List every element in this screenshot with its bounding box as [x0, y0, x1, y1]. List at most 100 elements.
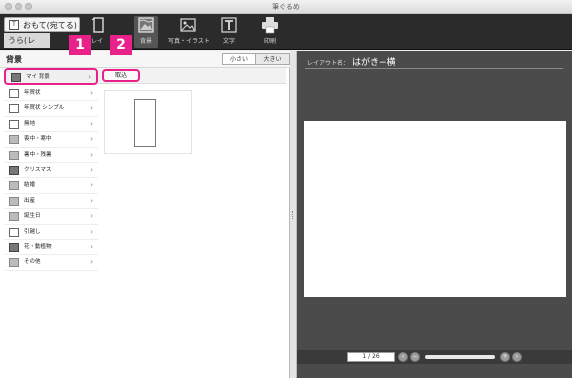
category-item-newyear-simple[interactable]: 年賀状 シンプル ›: [4, 101, 98, 117]
prev-page-button[interactable]: ‹: [398, 352, 408, 362]
chevron-right-icon: ›: [90, 196, 93, 205]
category-item-moving[interactable]: 引越し ›: [4, 225, 98, 240]
front-side-label: おもて(宛てる): [23, 21, 77, 30]
newyear-simple-icon: [9, 104, 19, 114]
flower-icon: [9, 242, 19, 252]
front-side-tab[interactable]: T おもて(宛てる): [4, 17, 80, 32]
newyear-card-icon: [9, 89, 19, 98]
tool-background-label: 背景: [139, 38, 152, 45]
printer-icon: [262, 17, 278, 34]
back-side-tab[interactable]: うら(レ: [4, 33, 50, 48]
import-button[interactable]: 取込: [102, 69, 140, 82]
zoom-slider[interactable]: [425, 355, 495, 359]
chevron-right-icon: ›: [90, 165, 93, 174]
panel-header: 背景 小さい 大きい: [0, 51, 290, 68]
step-2-callout: 2: [110, 35, 132, 55]
app-window: 筆ぐるめ T おもて(宛てる) うら(レ レイ 背景 写真・イラスト 文字 印刷…: [0, 0, 572, 378]
category-label: 出産: [24, 197, 36, 204]
category-item-other[interactable]: その他 ›: [4, 255, 98, 271]
category-label: クリスマス: [24, 166, 52, 173]
background-thumbnails: 取込: [98, 68, 290, 378]
layout-name: レイアウト名： はがき−横: [307, 55, 396, 68]
layout-icon: [91, 17, 104, 33]
chevron-right-icon: ›: [90, 227, 93, 236]
moving-icon: [9, 227, 19, 237]
layout-name-value: はがき−横: [352, 58, 396, 68]
category-item-my-background[interactable]: マイ 背景 ›: [4, 68, 98, 85]
category-label: 誕生日: [24, 213, 41, 220]
chevron-right-icon: ›: [90, 89, 93, 97]
page-indicator[interactable]: 1 / 26: [347, 352, 395, 362]
category-item-birthday[interactable]: 誕生日 ›: [4, 209, 98, 225]
title-bar: 筆ぐるめ: [0, 0, 572, 14]
category-label: 花・動植物: [24, 243, 52, 250]
tool-photo-illustration-label: 写真・イラスト: [168, 38, 210, 45]
chevron-right-icon: ›: [90, 181, 93, 190]
wedding-icon: [9, 181, 19, 191]
next-page-button[interactable]: ›: [512, 352, 522, 362]
category-label: 暑中・残暑: [24, 151, 52, 158]
layout-name-label: レイアウト名：: [307, 60, 350, 67]
tool-print[interactable]: 印刷: [256, 16, 284, 48]
category-item-birth[interactable]: 出産 ›: [4, 194, 98, 210]
layout-name-divider: [305, 68, 563, 69]
category-item-wedding[interactable]: 結婚 ›: [4, 178, 98, 194]
photo-illustration-icon: [180, 18, 196, 32]
category-item-mourning[interactable]: 喪中・寒中 ›: [4, 132, 98, 148]
birth-icon: [9, 196, 19, 206]
tool-photo-illustration[interactable]: 写真・イラスト: [168, 16, 210, 48]
category-label: 年賀状 シンプル: [24, 105, 65, 112]
category-item-christmas[interactable]: クリスマス ›: [4, 163, 98, 179]
size-small-button[interactable]: 小さい: [222, 53, 256, 65]
chevron-right-icon: ›: [90, 150, 93, 159]
category-item-plain[interactable]: 無地 ›: [4, 117, 98, 133]
chevron-right-icon: ›: [90, 135, 93, 144]
my-background-icon: [11, 73, 21, 82]
tool-print-label: 印刷: [263, 38, 276, 45]
category-label: 無地: [24, 120, 36, 127]
step-1-callout: 1: [69, 35, 91, 55]
category-list: マイ 背景 › 年賀状 › 年賀状 シンプル › 無地 › 喪中・寒中 › 暑中…: [4, 68, 98, 271]
thumbnails-header: 取込: [98, 68, 286, 84]
size-large-button[interactable]: 大きい: [256, 53, 290, 65]
panel-title: 背景: [6, 55, 22, 64]
background-icon: [138, 17, 154, 33]
chevron-right-icon: ›: [90, 212, 93, 221]
summer-greeting-icon: [9, 150, 19, 160]
address-side-icon: T: [9, 20, 19, 30]
blank-page-preview: [134, 99, 156, 147]
splitter-grip-icon: [292, 211, 294, 219]
chevron-right-icon: ›: [90, 119, 93, 128]
chevron-right-icon: ›: [90, 104, 93, 113]
chevron-right-icon: ›: [90, 242, 93, 251]
zoom-in-button[interactable]: +: [500, 352, 510, 362]
tool-background[interactable]: 背景: [134, 16, 158, 48]
category-label: 喪中・寒中: [24, 136, 52, 143]
category-label: マイ 背景: [26, 74, 50, 80]
zoom-out-button[interactable]: −: [410, 352, 420, 362]
thumbnail-size-toggle: 小さい 大きい: [222, 53, 290, 65]
pane-splitter[interactable]: [290, 51, 297, 378]
background-thumbnail[interactable]: [104, 90, 192, 154]
back-side-label: うら(レ: [8, 36, 36, 45]
page-navigation-bar: 1 / 26 ‹ − + ›: [297, 350, 572, 364]
chevron-right-icon: ›: [90, 258, 93, 267]
category-label: 結婚: [24, 182, 36, 189]
tool-text-label: 文字: [222, 38, 235, 45]
text-icon: [221, 17, 237, 33]
postcard-canvas[interactable]: [304, 121, 566, 297]
category-item-newyear[interactable]: 年賀状 ›: [4, 86, 98, 102]
christmas-icon: [9, 165, 19, 175]
preview-panel: レイアウト名： はがき−横 1 / 26 ‹ − + ›: [297, 51, 572, 378]
category-item-flower[interactable]: 花・動植物 ›: [4, 240, 98, 256]
background-panel: 背景 小さい 大きい マイ 背景 › 年賀状 › 年賀状 シンプル › 無地 ›…: [0, 51, 290, 378]
birthday-icon: [9, 212, 19, 222]
window-title: 筆ぐるめ: [272, 3, 300, 11]
category-label: 年賀状: [24, 90, 41, 96]
tool-text[interactable]: 文字: [217, 16, 241, 48]
mourning-icon: [9, 135, 19, 145]
category-item-summer[interactable]: 暑中・残暑 ›: [4, 148, 98, 163]
plain-icon: [9, 119, 19, 129]
category-label: 引越し: [24, 228, 41, 235]
category-label: その他: [24, 259, 41, 266]
